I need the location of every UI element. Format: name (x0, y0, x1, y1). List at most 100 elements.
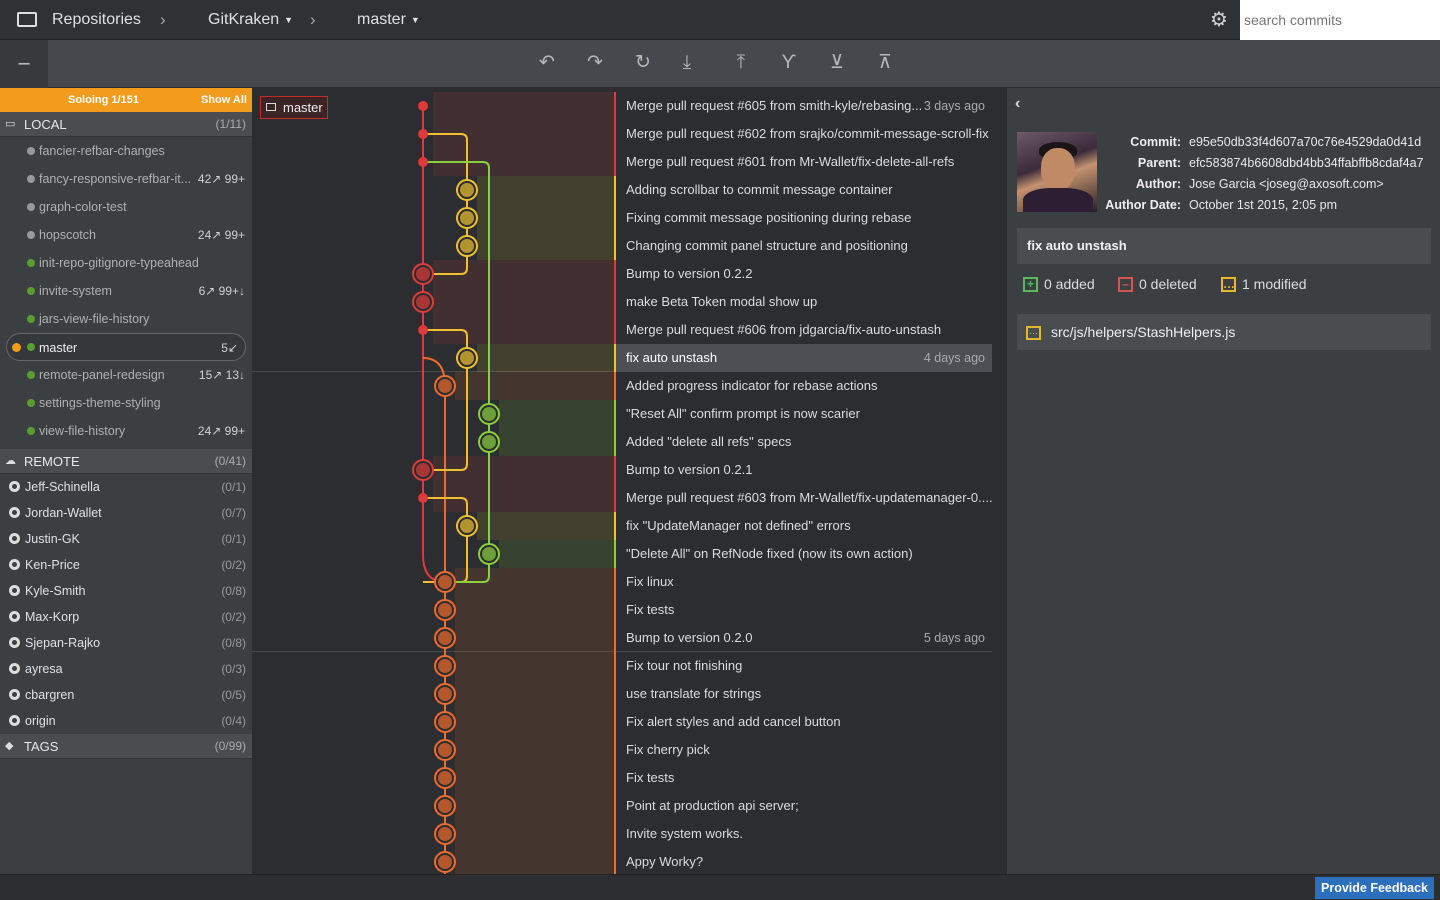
search-input[interactable] (1240, 0, 1440, 40)
branch-item[interactable]: hopscotch 24↗ 99+ (0, 221, 252, 249)
branch-dot-icon (27, 175, 35, 183)
refresh-icon[interactable]: ↻ (630, 50, 656, 76)
github-icon (9, 663, 20, 674)
branch-name: init-repo-gitignore-typeahead (39, 256, 199, 270)
remote-section-header[interactable]: ☁ REMOTE (0/41) (0, 449, 252, 474)
remote-item[interactable]: cbargren (0/5) (0, 682, 252, 708)
monitor-icon: ▭ (5, 118, 16, 130)
branch-dot-icon (27, 427, 35, 435)
remote-count: (0/5) (221, 688, 246, 702)
branch-item[interactable]: jars-view-file-history (0, 305, 252, 333)
remote-item[interactable]: ayresa (0/3) (0, 656, 252, 682)
caret-down-icon: ▼ (410, 15, 420, 25)
branch-dot-icon (27, 315, 35, 323)
folder-icon[interactable] (17, 12, 37, 27)
remote-item[interactable]: Kyle-Smith (0/8) (0, 578, 252, 604)
breadcrumb-repositories[interactable]: Repositories (52, 0, 141, 40)
commit-avatar-icon (438, 771, 452, 785)
remote-name: origin (25, 714, 56, 728)
remote-count: (0/1) (221, 480, 246, 494)
show-all-button[interactable]: Show All (201, 88, 247, 112)
branch-name: hopscotch (39, 228, 96, 242)
file-row[interactable]: … src/js/helpers/StashHelpers.js (1017, 314, 1431, 350)
branch-item[interactable]: init-repo-gitignore-typeahead (0, 249, 252, 277)
branch-item[interactable]: invite-system 6↗ 99+↓ (0, 277, 252, 305)
breadcrumb-branch[interactable]: master ▼ (357, 0, 420, 40)
push-icon[interactable]: ⤒ (728, 50, 754, 76)
branch-item[interactable]: fancy-responsive-refbar-it... 42↗ 99+ (0, 165, 252, 193)
branch-item[interactable]: master 5↙ (6, 333, 246, 361)
commit-avatar-icon (482, 547, 496, 561)
branch-ahead-behind: 42↗ 99+ (197, 172, 245, 186)
commit-avatar-icon (416, 295, 430, 309)
remote-name: Jordan-Wallet (25, 506, 102, 520)
remote-name: cbargren (25, 688, 75, 702)
branch-icon[interactable]: Ƴ (776, 50, 802, 76)
commit-avatar-icon (416, 267, 430, 281)
modified-count: … 1 modified (1221, 276, 1307, 292)
branch-item[interactable]: fancier-refbar-changes (0, 137, 252, 165)
remote-item[interactable]: Justin-GK (0/1) (0, 526, 252, 552)
remote-item[interactable]: Jeff-Schinella (0/1) (0, 474, 252, 500)
added-count: +0 added (1023, 274, 1095, 294)
branch-item[interactable]: remote-panel-redesign 15↗ 13↓ (0, 361, 252, 389)
remote-count: (0/1) (221, 532, 246, 546)
parent-sha: Parent: efc583874b6608dbd4bb34ffabffb8cda… (1137, 156, 1424, 170)
github-icon (9, 585, 20, 596)
provide-feedback-button[interactable]: Provide Feedback (1315, 877, 1434, 899)
local-count: (1/11) (215, 117, 246, 131)
pull-icon[interactable]: ⤓ (674, 50, 700, 76)
branch-item[interactable]: graph-color-test (0, 193, 252, 221)
branch-name: master (39, 341, 78, 355)
gear-icon[interactable]: ⚙ (1208, 9, 1230, 31)
branch-ahead-behind: 5↙ (221, 341, 238, 355)
branch-name: jars-view-file-history (39, 312, 150, 326)
branch-tag-master[interactable]: master (260, 96, 328, 119)
toolbar: – ↶ ↷ ↻ ⤓ ⤒ Ƴ ⊻ ⊼ (0, 40, 1440, 88)
local-section-header[interactable]: ▭ LOCAL (1/11) (0, 112, 252, 137)
branch-ahead-behind: 24↗ 99+ (197, 424, 245, 438)
caret-down-icon: ▼ (284, 15, 294, 25)
merge-node (418, 101, 428, 111)
commit-avatar-icon (460, 239, 474, 253)
local-label: LOCAL (24, 117, 67, 132)
breadcrumb-repo[interactable]: GitKraken ▼ (208, 0, 293, 40)
remote-count: (0/7) (221, 506, 246, 520)
commit-avatar-icon (438, 575, 452, 589)
ellipsis-icon: … (1221, 277, 1236, 292)
tags-section-header[interactable]: ◆ TAGS (0/99) (0, 734, 252, 759)
cloud-icon: ☁ (5, 455, 16, 467)
github-icon (9, 481, 20, 492)
commit-avatar-icon (438, 743, 452, 757)
tags-count: (0/99) (214, 739, 246, 753)
remote-item[interactable]: Sjepan-Rajko (0/8) (0, 630, 252, 656)
pop-icon[interactable]: ⊼ (872, 50, 898, 76)
commit-summary: fix auto unstash (1017, 228, 1431, 264)
remote-count: (0/3) (221, 662, 246, 676)
branch-dot-icon (27, 343, 35, 351)
chevron-right-icon: › (160, 10, 166, 29)
undo-icon[interactable]: ↶ (534, 50, 560, 76)
merge-node (418, 325, 428, 335)
redo-icon[interactable]: ↷ (582, 50, 608, 76)
commit-avatar-icon (438, 631, 452, 645)
remote-item[interactable]: Ken-Price (0/2) (0, 552, 252, 578)
chevron-left-icon[interactable]: ‹ (1015, 95, 1020, 113)
remote-name: Jeff-Schinella (25, 480, 100, 494)
stash-icon[interactable]: ⊻ (824, 50, 850, 76)
branch-dot-icon (27, 147, 35, 155)
github-icon (9, 559, 20, 570)
remote-item[interactable]: Max-Korp (0/2) (0, 604, 252, 630)
remote-count: (0/41) (214, 454, 246, 468)
github-icon (9, 611, 20, 622)
branch-item[interactable]: view-file-history 24↗ 99+ (0, 417, 252, 445)
branch-item[interactable]: settings-theme-styling (0, 389, 252, 417)
remote-item[interactable]: origin (0/4) (0, 708, 252, 734)
remote-count: (0/4) (221, 714, 246, 728)
collapse-sidebar-button[interactable]: – (0, 40, 48, 88)
remote-list: Jeff-Schinella (0/1) Jordan-Wallet (0/7) Jus… (0, 474, 252, 734)
remote-item[interactable]: Jordan-Wallet (0/7) (0, 500, 252, 526)
branch-dot-icon (27, 371, 35, 379)
remote-name: Ken-Price (25, 558, 80, 572)
deleted-count: –0 deleted (1118, 274, 1197, 294)
